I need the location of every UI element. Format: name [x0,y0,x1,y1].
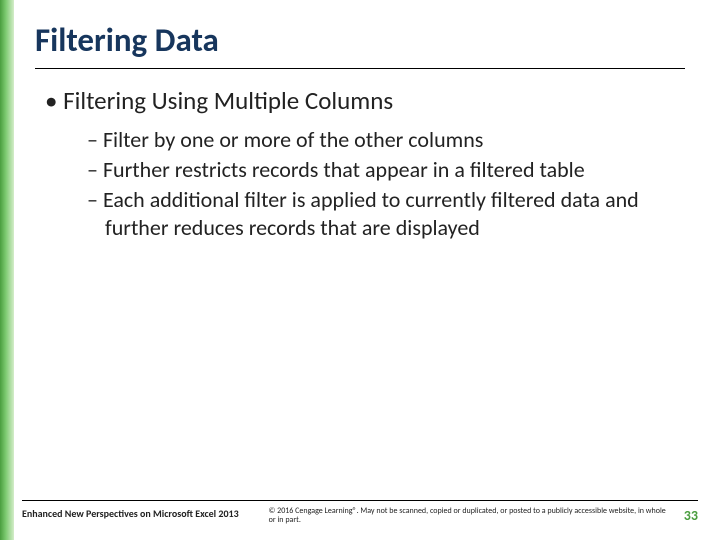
sub-bullet-item: Filter by one or more of the other colum… [87,126,675,154]
footer-copyright: © 2016 Cengage Learning®. May not be sca… [239,507,684,526]
footer: Enhanced New Perspectives on Microsoft E… [22,500,698,526]
sub-bullet-item: Each additional filter is applied to cur… [87,186,675,242]
sub-bullet-list: Filter by one or more of the other colum… [87,126,675,243]
footer-book-title: Enhanced New Perspectives on Microsoft E… [22,507,239,520]
main-bullet: Filtering Using Multiple Columns [45,85,685,116]
left-accent-bar [0,0,14,540]
page-title: Filtering Data [35,20,685,69]
sub-bullet-item: Further restricts records that appear in… [87,156,675,184]
slide-content: Filtering Data Filtering Using Multiple … [0,0,720,243]
page-number: 33 [684,507,698,524]
